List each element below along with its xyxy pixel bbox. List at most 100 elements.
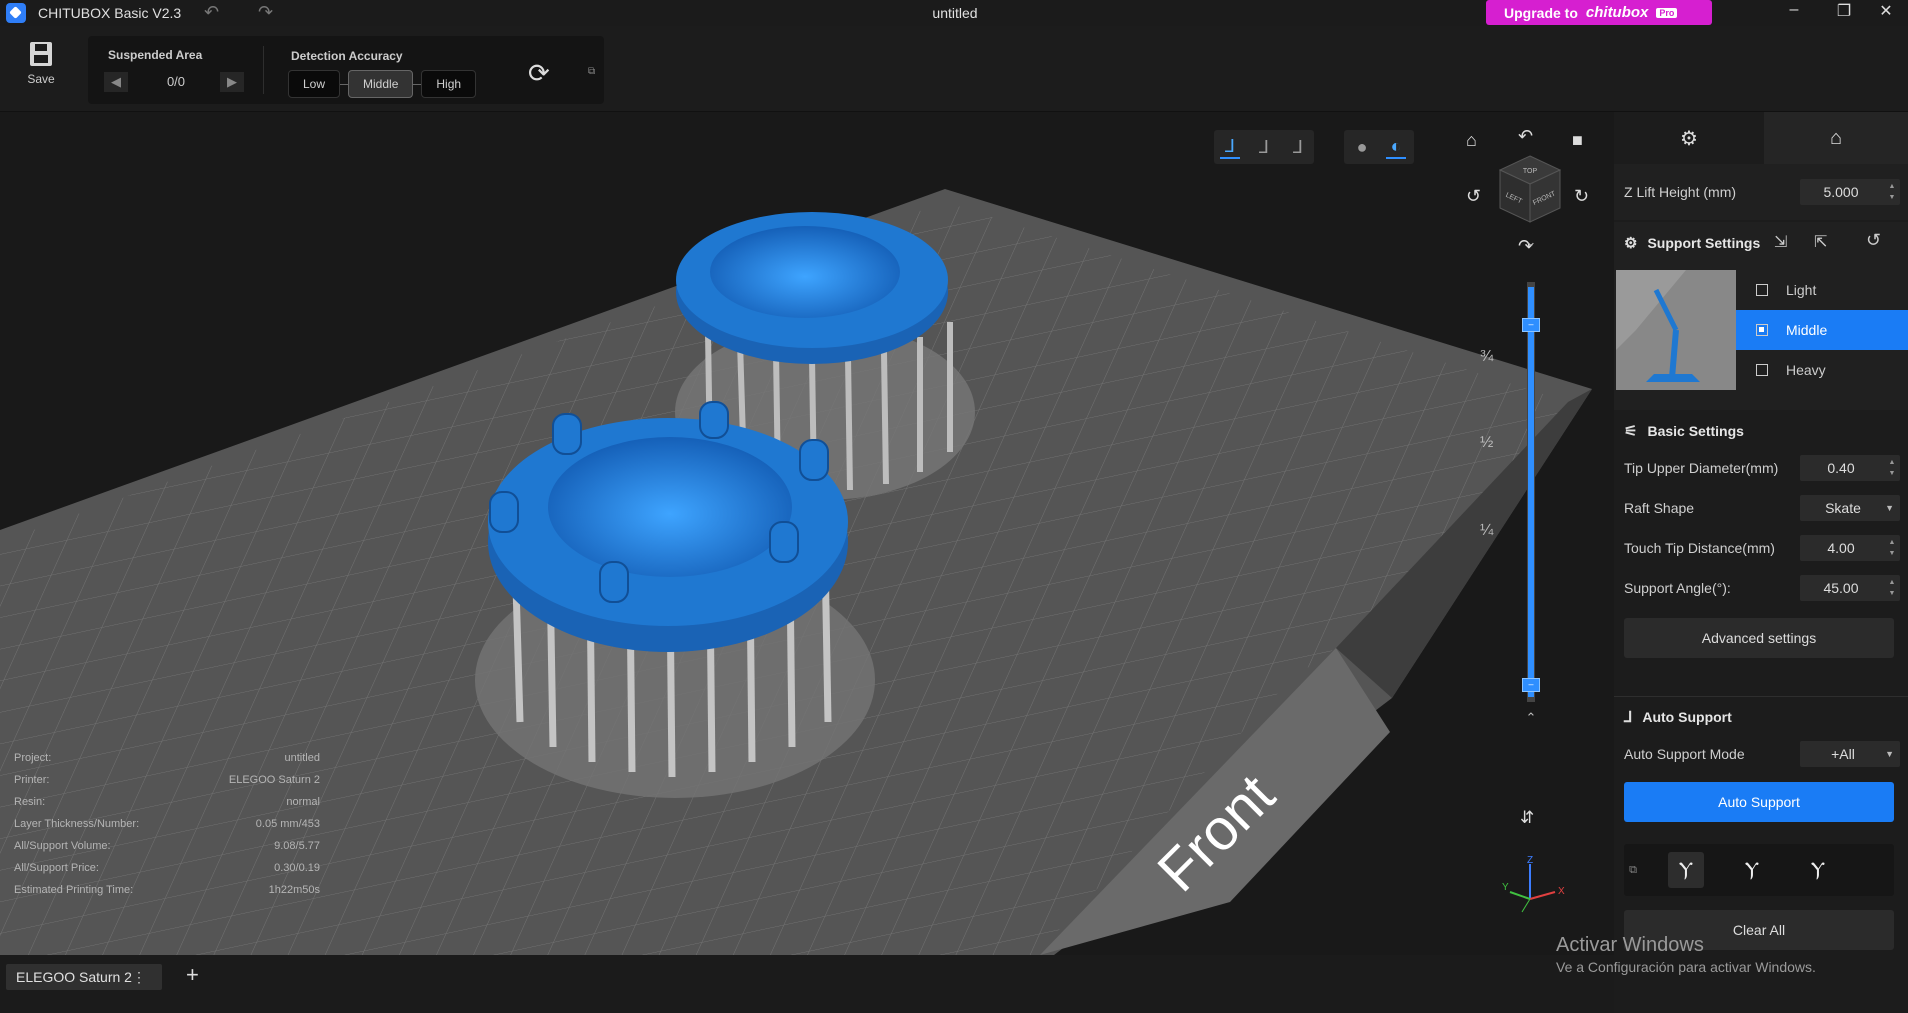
solid-sphere-icon[interactable]: ● — [1352, 137, 1372, 158]
magic-wand-icon: ⚟ — [1624, 423, 1638, 440]
redo-icon[interactable]: ↷ — [258, 2, 273, 23]
divider — [263, 46, 264, 94]
preset-heavy[interactable]: Heavy — [1736, 350, 1908, 390]
rotate-up-icon[interactable]: ↶ — [1518, 126, 1533, 147]
minimize-icon[interactable]: – — [1774, 1, 1814, 19]
tip-upper-input[interactable]: 0.40 ▲ ▼ — [1800, 455, 1900, 481]
auto-support-icon: ⅃ — [1624, 709, 1633, 726]
pro-badge: Pro — [1656, 7, 1678, 18]
auto-support-title: Auto Support — [1642, 709, 1732, 725]
basic-settings-section: ⚟ Basic Settings Tip Upper Diameter(mm) … — [1614, 410, 1908, 658]
auto-mode-select[interactable]: +All ▼ — [1800, 741, 1900, 767]
suspended-area-title: Suspended Area — [108, 48, 203, 62]
front-model-bowl — [548, 437, 792, 577]
auto-support-button[interactable]: Auto Support — [1624, 782, 1894, 822]
watermark-title: Activar Windows — [1556, 934, 1704, 956]
support-settings-title: Support Settings — [1647, 235, 1761, 251]
preset-middle[interactable]: Middle — [1736, 310, 1908, 350]
tab-support[interactable]: ⌂ — [1764, 112, 1908, 164]
toolbar: Save Suspended Area ◀ 0/0 ▶ Detection Ac… — [0, 26, 1908, 112]
accuracy-middle-button[interactable]: Middle — [348, 70, 414, 98]
reset-settings-icon[interactable]: ↺ — [1866, 230, 1881, 251]
detection-accuracy-title: Detection Accuracy — [291, 49, 403, 63]
upgrade-button[interactable]: Upgrade to chitubox Pro — [1486, 0, 1712, 25]
slice-height-icon[interactable]: ⇵ — [1520, 808, 1534, 828]
raft-shape-select[interactable]: Skate ▼ — [1800, 495, 1900, 521]
print-settings-icon: ⚙ — [1680, 127, 1698, 150]
support-view-toolbar: ⅃ ⅃ ⅃ — [1214, 130, 1314, 164]
support-angle-input[interactable]: 45.00 ▲ ▼ — [1800, 575, 1900, 601]
info-row-layer: Layer Thickness/Number: 0.05 mm/453 — [14, 818, 320, 830]
refresh-detection-icon[interactable]: ⟳ — [528, 58, 550, 89]
detection-panel: Suspended Area ◀ 0/0 ▶ Detection Accurac… — [88, 36, 604, 104]
support-angle-label: Support Angle(°): — [1624, 580, 1731, 596]
layer-slider-top-handle[interactable]: – — [1522, 318, 1540, 332]
view-cube[interactable]: TOP LEFT FRONT — [1498, 154, 1562, 224]
watermark-subtitle: Ve a Configuración para activar Windows. — [1556, 959, 1816, 975]
tab-menu-icon[interactable]: ⋮ — [132, 964, 146, 990]
tool-options-icon[interactable]: ⧉ — [1624, 852, 1642, 888]
accuracy-high-button[interactable]: High — [421, 70, 477, 98]
raft-shape-label: Raft Shape — [1624, 500, 1695, 516]
rotate-right-icon[interactable]: ↻ — [1574, 186, 1589, 207]
info-row-printer: Printer: ELEGOO Saturn 2 — [14, 774, 320, 786]
bottom-tab-bar: ELEGOO Saturn 2 ⋮ + — [0, 955, 1614, 1013]
slider-collapse-icon[interactable]: ⌄ — [1522, 234, 1540, 250]
3d-viewport[interactable]: Front ⅃ ⅃ ⅃ ● ◐ ⌂ ↶ ■ ↺ ↻ ↷ TOP LEFT FRO… — [0, 112, 1614, 955]
save-icon — [30, 42, 52, 66]
render-mode-toolbar: ● ◐ — [1344, 130, 1414, 164]
title-bar: CHITUBOX Basic V2.3 ↶ ↷ untitled Upgrade… — [0, 0, 1908, 26]
windows-activation-watermark: Activar Windows Ve a Configuración para … — [1556, 934, 1816, 975]
export-settings-icon[interactable]: ⇱ — [1814, 232, 1827, 252]
accuracy-low-button[interactable]: Low — [288, 70, 341, 98]
save-label: Save — [27, 72, 55, 86]
preset-light[interactable]: Light — [1736, 270, 1908, 310]
import-settings-icon[interactable]: ⇲ — [1774, 232, 1787, 252]
back-model-bowl — [710, 226, 900, 318]
support-view-icon[interactable]: ⅃ — [1220, 136, 1240, 159]
support-preview-image — [1616, 270, 1736, 390]
add-tab-icon[interactable]: + — [186, 962, 199, 988]
info-row-project: Project: untitled — [14, 752, 320, 764]
next-area-button[interactable]: ▶ — [220, 72, 244, 92]
previous-area-button[interactable]: ◀ — [104, 72, 128, 92]
layer-fraction-half: ½ — [1480, 434, 1494, 451]
undo-icon[interactable]: ↶ — [204, 2, 219, 23]
rotate-left-icon[interactable]: ↺ — [1466, 186, 1481, 207]
remove-support-icon[interactable]: Ⲩ — [1734, 852, 1770, 888]
spin-arrows-icon[interactable]: ▲ ▼ — [1887, 577, 1897, 599]
touch-tip-input[interactable]: 4.00 ▲ ▼ — [1800, 535, 1900, 561]
tab-print-settings[interactable]: ⚙ — [1614, 112, 1764, 164]
collapse-panel-icon[interactable]: ⧉ — [588, 66, 595, 77]
close-icon[interactable]: ✕ — [1866, 1, 1906, 21]
save-button[interactable]: Save — [22, 42, 60, 86]
perspective-cube-icon[interactable]: ■ — [1572, 130, 1583, 151]
z-lift-input[interactable]: 5.000 ▲ ▼ — [1800, 179, 1900, 205]
support-panel: ⚙ ⌂ Z Lift Height (mm) 5.000 ▲ ▼ ⚙ Support… — [1614, 112, 1908, 1013]
layer-slider-bottom-handle[interactable]: – — [1522, 678, 1540, 692]
spin-arrows-icon[interactable]: ▲ ▼ — [1887, 181, 1897, 203]
chitubox-logo-icon — [6, 3, 26, 23]
advanced-settings-button[interactable]: Advanced settings — [1624, 618, 1894, 658]
transparent-sphere-icon[interactable]: ◐ — [1386, 136, 1406, 159]
home-view-icon[interactable]: ⌂ — [1466, 130, 1477, 151]
auto-mode-label: Auto Support Mode — [1624, 746, 1745, 762]
suspended-area-count: 0/0 — [166, 74, 186, 89]
support-view-2-icon[interactable]: ⅃ — [1254, 137, 1274, 158]
add-support-icon[interactable]: Ⲩ — [1668, 852, 1704, 888]
slider-expand-icon[interactable]: ⌃ — [1522, 710, 1540, 726]
spin-arrows-icon[interactable]: ▲ ▼ — [1887, 537, 1897, 559]
restore-icon[interactable]: ❐ — [1824, 1, 1864, 21]
info-row-resin: Resin: normal — [14, 796, 320, 808]
chevron-down-icon: ▼ — [1885, 749, 1894, 759]
app-title: CHITUBOX Basic V2.3 — [38, 5, 182, 21]
upgrade-label: Upgrade to — [1504, 4, 1578, 21]
axis-y-label: Y — [1502, 882, 1509, 893]
spin-arrows-icon[interactable]: ▲ ▼ — [1887, 457, 1897, 479]
chevron-down-icon: ▼ — [1885, 503, 1894, 513]
axis-gizmo: Z X Y — [1502, 855, 1565, 913]
info-row-price: All/Support Price: 0.30/0.19 — [14, 862, 320, 874]
support-view-3-icon[interactable]: ⅃ — [1288, 137, 1308, 158]
checkbox-icon — [1756, 284, 1768, 296]
edit-support-icon[interactable]: Ⲩ — [1800, 852, 1836, 888]
